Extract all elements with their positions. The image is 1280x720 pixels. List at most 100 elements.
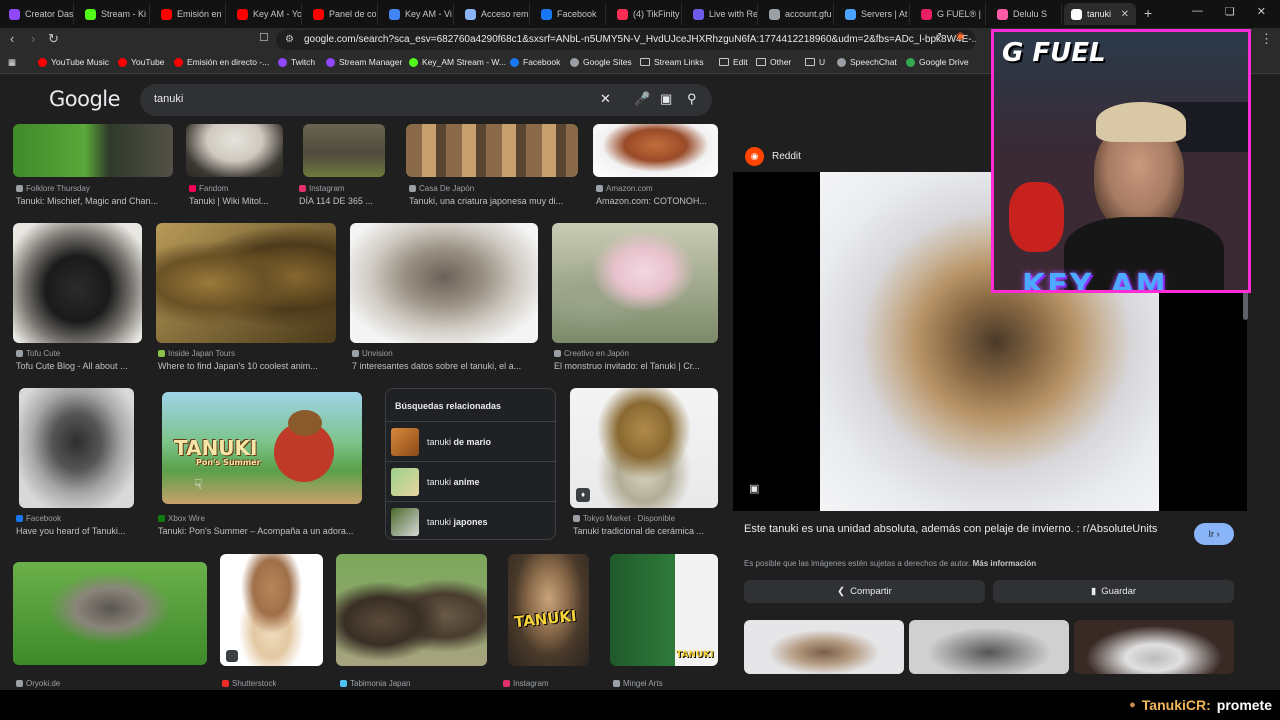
related-preview-image[interactable] bbox=[744, 620, 904, 674]
bookmark-item[interactable]: Facebook bbox=[510, 57, 560, 67]
result-image[interactable] bbox=[406, 124, 578, 177]
browser-tab[interactable]: Facebook bbox=[534, 3, 606, 25]
result-image[interactable] bbox=[220, 554, 323, 666]
result-image[interactable] bbox=[552, 223, 718, 343]
result-title[interactable]: DÍA 114 DE 365 ... bbox=[299, 196, 385, 206]
related-item[interactable]: tanuki anime bbox=[386, 461, 557, 501]
result-image[interactable] bbox=[13, 223, 142, 343]
result-title[interactable]: Tanuki: Mischief, Magic and Chan... bbox=[16, 196, 171, 206]
share-button[interactable]: ❮ Compartir bbox=[744, 580, 985, 603]
voice-search-icon[interactable]: 🎤 bbox=[634, 91, 650, 107]
lens-icon[interactable]: ▣ bbox=[660, 91, 672, 107]
result-image[interactable] bbox=[593, 124, 718, 177]
stream-bottom-bar: ● TanukiCR: promete bbox=[0, 690, 1280, 720]
bookmark-star-icon[interactable]: ☐ bbox=[259, 31, 269, 44]
more-info-link[interactable]: Más información bbox=[973, 559, 1037, 568]
browser-tab[interactable]: Panel de co bbox=[306, 3, 378, 25]
result-title[interactable]: Where to find Japan's 10 coolest anim... bbox=[158, 361, 336, 371]
result-image[interactable] bbox=[350, 223, 538, 343]
bookmark-item[interactable]: Stream Manager bbox=[326, 57, 402, 67]
new-tab-button[interactable]: + bbox=[1144, 5, 1152, 21]
browser-tab[interactable]: Key AM - Vi bbox=[382, 3, 454, 25]
bookmark-item[interactable]: Other bbox=[756, 57, 791, 67]
result-title[interactable]: Tanuki tradicional de cerámica ... bbox=[573, 526, 718, 536]
bookmark-item[interactable]: Google Drive bbox=[906, 57, 969, 67]
bookmark-item[interactable]: Key_AM Stream - W... bbox=[409, 57, 506, 67]
share-icon[interactable]: ↗ bbox=[934, 31, 942, 42]
reload-icon[interactable]: ↻ bbox=[48, 31, 59, 47]
result-image[interactable] bbox=[156, 223, 336, 343]
bookmark-favicon-icon bbox=[38, 57, 47, 67]
browser-tab[interactable]: Delulu S bbox=[990, 3, 1062, 25]
bookmark-item[interactable]: U bbox=[805, 57, 825, 67]
result-title[interactable]: El monstruo invitado: el Tanuki | Cr... bbox=[554, 361, 718, 371]
search-icon[interactable]: ⚲ bbox=[687, 91, 697, 107]
result-title[interactable]: 7 interesantes datos sobre el tanuki, el… bbox=[352, 361, 538, 371]
clear-icon[interactable]: ✕ bbox=[600, 91, 611, 107]
extension-icon[interactable]: ◉ bbox=[956, 31, 965, 42]
browser-tab[interactable]: Acceso rem bbox=[458, 3, 530, 25]
browser-tab[interactable]: Key AM - Yo bbox=[230, 3, 302, 25]
result-image[interactable] bbox=[186, 124, 283, 177]
browser-tab[interactable]: Creator Das bbox=[2, 3, 74, 25]
minimize-icon[interactable]: — bbox=[1192, 5, 1203, 18]
source-favicon-icon bbox=[409, 185, 416, 192]
result-image[interactable]: ♦ bbox=[570, 388, 718, 508]
preview-caption[interactable]: Este tanuki es una unidad absoluta, adem… bbox=[744, 522, 1174, 537]
related-preview-image[interactable] bbox=[1074, 620, 1234, 674]
result-image[interactable]: TANUKI bbox=[610, 554, 718, 666]
search-input[interactable]: tanuki bbox=[154, 93, 183, 105]
bookmark-item[interactable]: YouTube bbox=[118, 57, 164, 67]
site-info-icon[interactable]: ⚙ bbox=[285, 30, 294, 50]
browser-tab[interactable]: tanuki ✕ bbox=[1064, 3, 1136, 25]
result-title[interactable]: Amazon.com: COTONOH... bbox=[596, 196, 718, 206]
bookmark-item[interactable]: Emisión en directo -... bbox=[174, 57, 269, 67]
restore-icon[interactable]: ❏ bbox=[1225, 5, 1235, 18]
browser-tab[interactable]: account.gfu bbox=[762, 3, 834, 25]
google-logo[interactable]: Google bbox=[49, 87, 121, 111]
result-image[interactable] bbox=[303, 124, 385, 177]
result-title[interactable]: Have you heard of Tanuki... bbox=[16, 526, 136, 536]
bookmark-item[interactable]: SpeechChat bbox=[837, 57, 897, 67]
bookmark-item[interactable]: Twitch bbox=[278, 57, 315, 67]
apps-icon[interactable]: ▦ bbox=[8, 57, 16, 68]
save-button[interactable]: ▮ Guardar bbox=[993, 580, 1234, 603]
browser-tab[interactable]: Emisión en bbox=[154, 3, 226, 25]
preview-source[interactable]: ◉ Reddit bbox=[745, 147, 801, 166]
browser-tab[interactable]: G FUEL® | bbox=[914, 3, 986, 25]
search-box[interactable]: tanuki ✕ 🎤 ▣ ⚲ bbox=[140, 84, 712, 116]
result-image[interactable] bbox=[13, 562, 207, 665]
bookmark-item[interactable]: Google Sites bbox=[570, 57, 632, 67]
forward-icon[interactable]: › bbox=[31, 31, 35, 46]
related-item[interactable]: tanuki de mario bbox=[386, 421, 557, 461]
close-window-icon[interactable]: ✕ bbox=[1257, 5, 1266, 18]
result-title[interactable]: Tanuki: Pon's Summer – Acompaña a un ado… bbox=[158, 526, 362, 536]
result-image[interactable] bbox=[19, 388, 134, 508]
bookmark-item[interactable]: Edit bbox=[719, 57, 748, 67]
streamer-name-logo: KEY_AM bbox=[1022, 268, 1168, 293]
menu-icon[interactable]: ⋮ bbox=[1260, 31, 1273, 47]
back-icon[interactable]: ‹ bbox=[10, 31, 14, 46]
visit-button[interactable]: Ir › bbox=[1194, 523, 1234, 545]
result-image[interactable] bbox=[336, 554, 487, 666]
result-image[interactable] bbox=[13, 124, 173, 177]
bookmark-item[interactable]: Stream Links bbox=[640, 57, 704, 67]
result-image[interactable]: TANUKI Pon's Summer bbox=[162, 392, 362, 504]
result-title[interactable]: Tanuki | Wiki Mitol... bbox=[189, 196, 284, 206]
lens-search-icon[interactable]: ▣ bbox=[749, 482, 759, 495]
result-title[interactable]: Tanuki, una criatura japonesa muy di... bbox=[409, 196, 579, 206]
result-title[interactable]: Tofu Cute Blog - All about ... bbox=[16, 361, 142, 371]
browser-tab[interactable]: Live with Re bbox=[686, 3, 758, 25]
related-preview-image[interactable] bbox=[909, 620, 1069, 674]
bookmark-label: SpeechChat bbox=[850, 57, 897, 67]
result-source: Oryoki.de bbox=[16, 679, 60, 688]
bookmark-item[interactable]: YouTube Music bbox=[38, 57, 109, 67]
tab-close-icon[interactable]: ✕ bbox=[1121, 9, 1129, 20]
result-image[interactable]: TANUKI bbox=[508, 554, 589, 666]
browser-tab[interactable]: (4) TikFinity bbox=[610, 3, 682, 25]
browser-tab[interactable]: Servers | At bbox=[838, 3, 910, 25]
folder-icon bbox=[640, 58, 650, 66]
browser-tab[interactable]: Stream - Ki bbox=[78, 3, 150, 25]
url-bar[interactable]: ⚙ google.com/search?sca_esv=682760a4290f… bbox=[276, 30, 976, 50]
related-item[interactable]: tanuki japones bbox=[386, 501, 557, 541]
